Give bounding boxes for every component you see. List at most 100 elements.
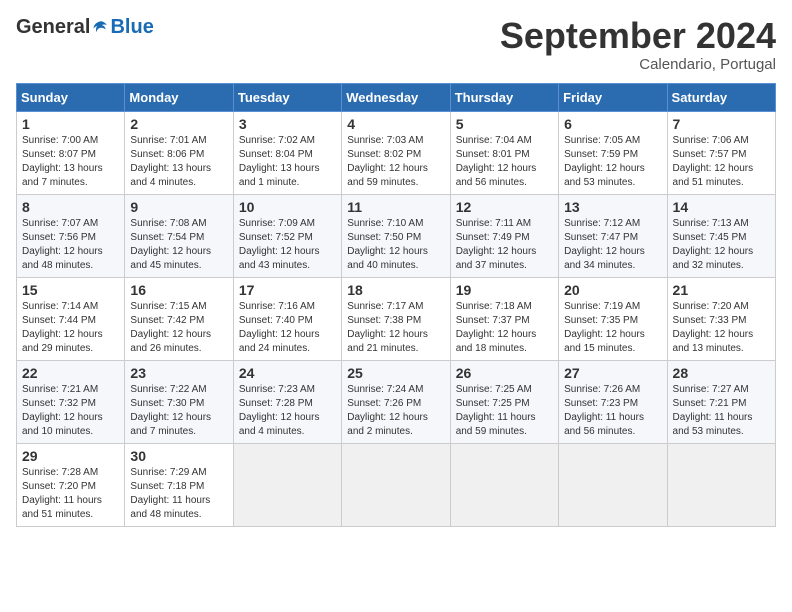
day-number: 4 (347, 116, 444, 132)
header-saturday: Saturday (667, 83, 775, 111)
calendar-cell: 13 Sunrise: 7:12 AM Sunset: 7:47 PM Dayl… (559, 194, 667, 277)
day-detail: Sunrise: 7:26 AM Sunset: 7:23 PM Dayligh… (564, 383, 661, 439)
day-number: 9 (130, 199, 227, 215)
calendar-cell: 19 Sunrise: 7:18 AM Sunset: 7:37 PM Dayl… (450, 277, 558, 360)
day-detail: Sunrise: 7:29 AM Sunset: 7:18 PM Dayligh… (130, 466, 227, 522)
calendar-cell: 21 Sunrise: 7:20 AM Sunset: 7:33 PM Dayl… (667, 277, 775, 360)
day-detail: Sunrise: 7:21 AM Sunset: 7:32 PM Dayligh… (22, 383, 119, 439)
calendar-cell: 7 Sunrise: 7:06 AM Sunset: 7:57 PM Dayli… (667, 111, 775, 194)
day-detail: Sunrise: 7:17 AM Sunset: 7:38 PM Dayligh… (347, 300, 444, 356)
calendar-cell (233, 443, 341, 526)
calendar-week-row: 29 Sunrise: 7:28 AM Sunset: 7:20 PM Dayl… (17, 443, 776, 526)
month-title: September 2024 (500, 16, 776, 56)
day-number: 2 (130, 116, 227, 132)
day-detail: Sunrise: 7:07 AM Sunset: 7:56 PM Dayligh… (22, 217, 119, 273)
calendar-cell: 12 Sunrise: 7:11 AM Sunset: 7:49 PM Dayl… (450, 194, 558, 277)
calendar-cell: 1 Sunrise: 7:00 AM Sunset: 8:07 PM Dayli… (17, 111, 125, 194)
day-detail: Sunrise: 7:05 AM Sunset: 7:59 PM Dayligh… (564, 134, 661, 190)
calendar-cell: 10 Sunrise: 7:09 AM Sunset: 7:52 PM Dayl… (233, 194, 341, 277)
page-header: General Blue September 2024 Calendario, … (16, 16, 776, 73)
calendar-cell: 18 Sunrise: 7:17 AM Sunset: 7:38 PM Dayl… (342, 277, 450, 360)
header-thursday: Thursday (450, 83, 558, 111)
day-number: 16 (130, 282, 227, 298)
day-detail: Sunrise: 7:14 AM Sunset: 7:44 PM Dayligh… (22, 300, 119, 356)
day-number: 30 (130, 448, 227, 464)
day-number: 21 (673, 282, 770, 298)
day-detail: Sunrise: 7:25 AM Sunset: 7:25 PM Dayligh… (456, 383, 553, 439)
day-detail: Sunrise: 7:27 AM Sunset: 7:21 PM Dayligh… (673, 383, 770, 439)
day-number: 8 (22, 199, 119, 215)
day-detail: Sunrise: 7:11 AM Sunset: 7:49 PM Dayligh… (456, 217, 553, 273)
calendar-table: Sunday Monday Tuesday Wednesday Thursday… (16, 83, 776, 527)
day-number: 3 (239, 116, 336, 132)
calendar-cell: 27 Sunrise: 7:26 AM Sunset: 7:23 PM Dayl… (559, 360, 667, 443)
day-number: 26 (456, 365, 553, 381)
header-friday: Friday (559, 83, 667, 111)
day-number: 14 (673, 199, 770, 215)
calendar-cell: 2 Sunrise: 7:01 AM Sunset: 8:06 PM Dayli… (125, 111, 233, 194)
calendar-cell: 4 Sunrise: 7:03 AM Sunset: 8:02 PM Dayli… (342, 111, 450, 194)
day-detail: Sunrise: 7:15 AM Sunset: 7:42 PM Dayligh… (130, 300, 227, 356)
day-number: 12 (456, 199, 553, 215)
day-number: 13 (564, 199, 661, 215)
day-detail: Sunrise: 7:02 AM Sunset: 8:04 PM Dayligh… (239, 134, 336, 190)
location-subtitle: Calendario, Portugal (500, 56, 776, 73)
calendar-cell: 28 Sunrise: 7:27 AM Sunset: 7:21 PM Dayl… (667, 360, 775, 443)
day-number: 18 (347, 282, 444, 298)
day-detail: Sunrise: 7:13 AM Sunset: 7:45 PM Dayligh… (673, 217, 770, 273)
day-detail: Sunrise: 7:01 AM Sunset: 8:06 PM Dayligh… (130, 134, 227, 190)
day-number: 27 (564, 365, 661, 381)
day-number: 20 (564, 282, 661, 298)
day-number: 11 (347, 199, 444, 215)
calendar-cell: 17 Sunrise: 7:16 AM Sunset: 7:40 PM Dayl… (233, 277, 341, 360)
day-detail: Sunrise: 7:20 AM Sunset: 7:33 PM Dayligh… (673, 300, 770, 356)
day-detail: Sunrise: 7:09 AM Sunset: 7:52 PM Dayligh… (239, 217, 336, 273)
calendar-cell: 9 Sunrise: 7:08 AM Sunset: 7:54 PM Dayli… (125, 194, 233, 277)
calendar-cell: 14 Sunrise: 7:13 AM Sunset: 7:45 PM Dayl… (667, 194, 775, 277)
title-block: September 2024 Calendario, Portugal (500, 16, 776, 73)
day-number: 1 (22, 116, 119, 132)
calendar-cell: 23 Sunrise: 7:22 AM Sunset: 7:30 PM Dayl… (125, 360, 233, 443)
header-monday: Monday (125, 83, 233, 111)
day-number: 6 (564, 116, 661, 132)
day-detail: Sunrise: 7:24 AM Sunset: 7:26 PM Dayligh… (347, 383, 444, 439)
day-detail: Sunrise: 7:18 AM Sunset: 7:37 PM Dayligh… (456, 300, 553, 356)
day-detail: Sunrise: 7:00 AM Sunset: 8:07 PM Dayligh… (22, 134, 119, 190)
day-number: 24 (239, 365, 336, 381)
day-number: 23 (130, 365, 227, 381)
calendar-cell: 16 Sunrise: 7:15 AM Sunset: 7:42 PM Dayl… (125, 277, 233, 360)
day-detail: Sunrise: 7:16 AM Sunset: 7:40 PM Dayligh… (239, 300, 336, 356)
day-detail: Sunrise: 7:28 AM Sunset: 7:20 PM Dayligh… (22, 466, 119, 522)
day-detail: Sunrise: 7:04 AM Sunset: 8:01 PM Dayligh… (456, 134, 553, 190)
calendar-cell: 29 Sunrise: 7:28 AM Sunset: 7:20 PM Dayl… (17, 443, 125, 526)
day-detail: Sunrise: 7:22 AM Sunset: 7:30 PM Dayligh… (130, 383, 227, 439)
calendar-cell (342, 443, 450, 526)
calendar-cell: 8 Sunrise: 7:07 AM Sunset: 7:56 PM Dayli… (17, 194, 125, 277)
header-wednesday: Wednesday (342, 83, 450, 111)
day-number: 10 (239, 199, 336, 215)
calendar-cell: 11 Sunrise: 7:10 AM Sunset: 7:50 PM Dayl… (342, 194, 450, 277)
calendar-cell (450, 443, 558, 526)
calendar-cell: 3 Sunrise: 7:02 AM Sunset: 8:04 PM Dayli… (233, 111, 341, 194)
calendar-cell: 20 Sunrise: 7:19 AM Sunset: 7:35 PM Dayl… (559, 277, 667, 360)
calendar-cell: 26 Sunrise: 7:25 AM Sunset: 7:25 PM Dayl… (450, 360, 558, 443)
day-number: 22 (22, 365, 119, 381)
logo-bird-icon (92, 19, 110, 37)
header-sunday: Sunday (17, 83, 125, 111)
logo-general-text: General (16, 16, 90, 39)
day-number: 17 (239, 282, 336, 298)
calendar-cell: 6 Sunrise: 7:05 AM Sunset: 7:59 PM Dayli… (559, 111, 667, 194)
calendar-cell: 5 Sunrise: 7:04 AM Sunset: 8:01 PM Dayli… (450, 111, 558, 194)
calendar-cell: 24 Sunrise: 7:23 AM Sunset: 7:28 PM Dayl… (233, 360, 341, 443)
calendar-week-row: 8 Sunrise: 7:07 AM Sunset: 7:56 PM Dayli… (17, 194, 776, 277)
day-number: 25 (347, 365, 444, 381)
day-detail: Sunrise: 7:03 AM Sunset: 8:02 PM Dayligh… (347, 134, 444, 190)
calendar-week-row: 1 Sunrise: 7:00 AM Sunset: 8:07 PM Dayli… (17, 111, 776, 194)
day-detail: Sunrise: 7:08 AM Sunset: 7:54 PM Dayligh… (130, 217, 227, 273)
day-detail: Sunrise: 7:23 AM Sunset: 7:28 PM Dayligh… (239, 383, 336, 439)
logo-blue-text: Blue (110, 16, 153, 39)
day-number: 19 (456, 282, 553, 298)
day-number: 29 (22, 448, 119, 464)
header-tuesday: Tuesday (233, 83, 341, 111)
calendar-cell: 22 Sunrise: 7:21 AM Sunset: 7:32 PM Dayl… (17, 360, 125, 443)
